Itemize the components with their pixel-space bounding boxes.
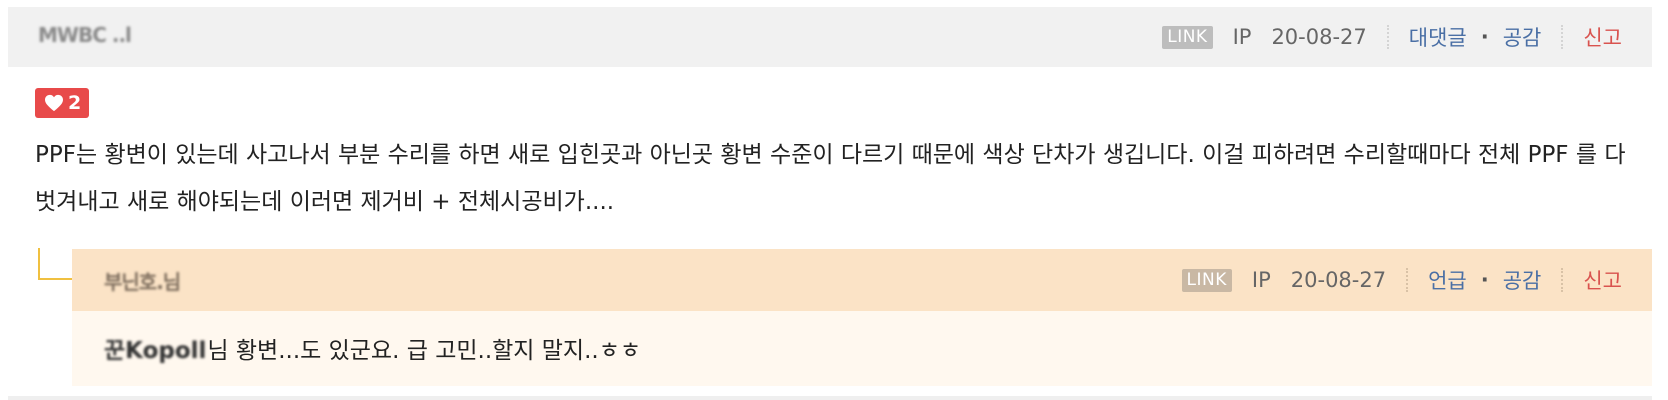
like-count-badge: 2 xyxy=(35,88,90,118)
comment-header: MWBC ..l LINK IP 20-08-27 대댓글 · 공감 신고 xyxy=(8,7,1652,67)
mentioned-user[interactable]: 꾼Kopoll xyxy=(104,331,206,365)
like-button[interactable]: 공감 xyxy=(1503,22,1542,52)
reply-button[interactable]: 대댓글 xyxy=(1409,22,1467,52)
divider xyxy=(1561,268,1564,292)
reply-author[interactable]: 부닌호.님 xyxy=(104,266,181,295)
reply-text-line: 꾼Kopoll 님 황변...도 있군요. 급 고민..할지 말지..ㅎㅎ xyxy=(104,331,641,365)
reply-header: 부닌호.님 LINK IP 20-08-27 언급 · 공감 신고 xyxy=(72,249,1652,311)
divider xyxy=(1406,268,1409,292)
link-badge[interactable]: LINK xyxy=(1181,268,1232,292)
link-badge[interactable]: LINK xyxy=(1162,25,1213,49)
mention-button[interactable]: 언급 xyxy=(1428,265,1467,295)
report-button[interactable]: 신고 xyxy=(1583,265,1622,295)
divider xyxy=(1561,25,1564,49)
comment-author[interactable]: MWBC ..l xyxy=(38,23,132,49)
ip-label: IP xyxy=(1251,268,1271,292)
comment-date: 20-08-27 xyxy=(1271,25,1367,49)
comment-body: PPF는 황변이 있는데 사고나서 부분 수리를 하면 새로 입힌곳과 아닌곳 … xyxy=(35,142,1626,215)
heart-icon xyxy=(45,94,63,112)
dot-separator: · xyxy=(1480,25,1489,49)
reply-date: 20-08-27 xyxy=(1290,268,1387,292)
reply-body: 꾼Kopoll 님 황변...도 있군요. 급 고민..할지 말지..ㅎㅎ xyxy=(72,311,1652,386)
reply-text: 님 황변...도 있군요. 급 고민..할지 말지..ㅎㅎ xyxy=(207,338,642,364)
ip-label: IP xyxy=(1232,25,1252,49)
next-comment-edge xyxy=(8,396,1652,400)
like-count: 2 xyxy=(68,92,82,114)
reply-meta: LINK IP 20-08-27 언급 · 공감 신고 xyxy=(1181,264,1622,296)
report-button[interactable]: 신고 xyxy=(1583,22,1622,52)
like-button[interactable]: 공감 xyxy=(1503,265,1542,295)
dot-separator: · xyxy=(1480,268,1489,292)
comment-meta: LINK IP 20-08-27 대댓글 · 공감 신고 xyxy=(1162,21,1622,53)
reply-connector xyxy=(38,248,72,280)
comment-container: MWBC ..l LINK IP 20-08-27 대댓글 · 공감 신고 2 … xyxy=(0,0,1668,400)
divider xyxy=(1386,25,1389,49)
